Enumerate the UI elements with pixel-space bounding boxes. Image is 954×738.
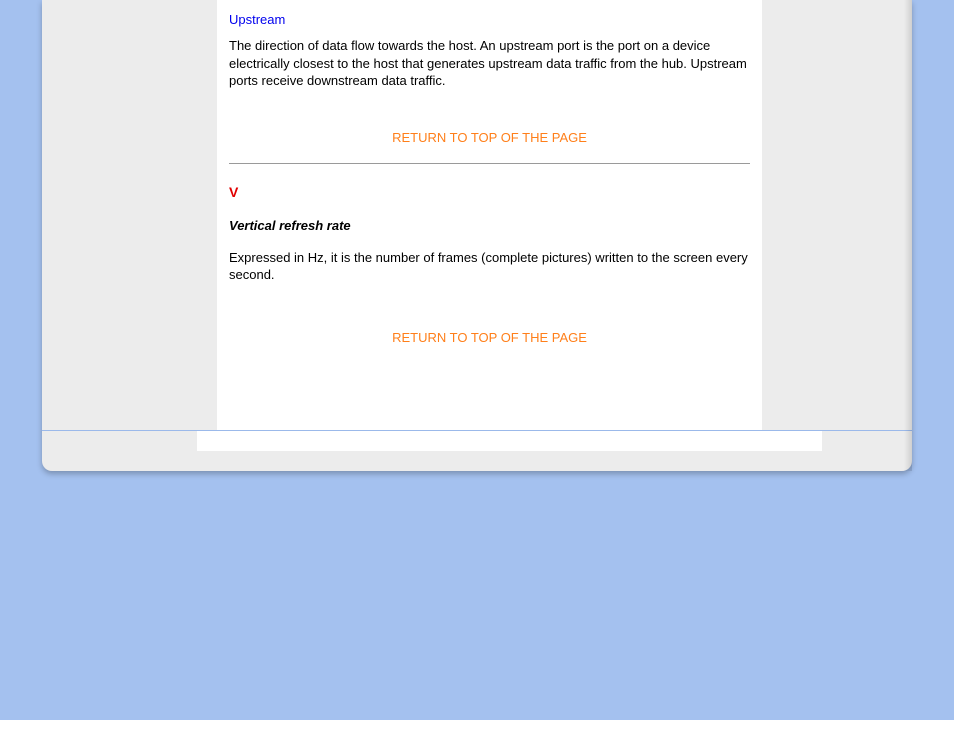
definition-vertical-refresh-rate: Expressed in Hz, it is the number of fra… bbox=[229, 249, 750, 284]
page-background: Upstream The direction of data flow towa… bbox=[0, 0, 954, 720]
term-title-vertical-refresh-rate: Vertical refresh rate bbox=[229, 218, 750, 233]
return-to-top-link[interactable]: RETURN TO TOP OF THE PAGE bbox=[229, 130, 750, 145]
return-to-top-link[interactable]: RETURN TO TOP OF THE PAGE bbox=[229, 330, 750, 345]
definition-upstream: The direction of data flow towards the h… bbox=[229, 37, 750, 90]
term-link-upstream[interactable]: Upstream bbox=[229, 0, 750, 37]
page-frame: Upstream The direction of data flow towa… bbox=[42, 0, 912, 471]
divider bbox=[229, 163, 750, 164]
content-inner: Upstream The direction of data flow towa… bbox=[217, 0, 762, 345]
frame-shadow bbox=[904, 0, 912, 471]
section-letter-v: V bbox=[229, 184, 750, 200]
footer-white-slot bbox=[197, 431, 822, 451]
footer-strip bbox=[42, 431, 912, 451]
content-pane: Upstream The direction of data flow towa… bbox=[217, 0, 762, 430]
